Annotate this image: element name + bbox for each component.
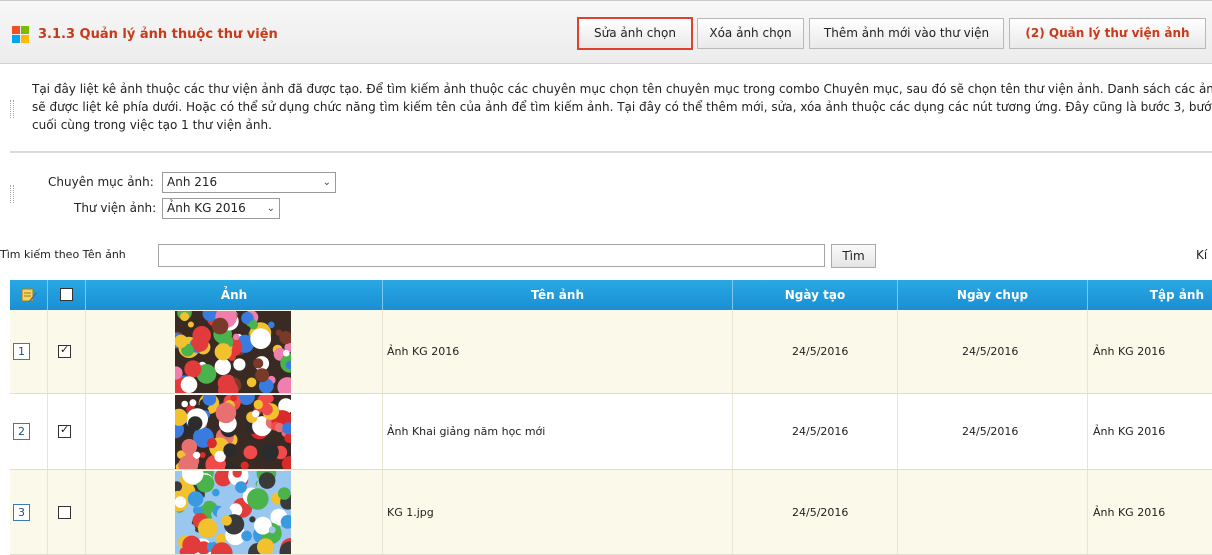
category-select-value: Anh 216 [167, 175, 218, 189]
taken-date: 24/5/2016 [962, 425, 1019, 438]
library-select[interactable]: Ảnh KG 2016 ⌄ [162, 198, 280, 219]
album-name: Ảnh KG 2016 [1093, 425, 1166, 438]
column-header-photo[interactable]: Ảnh [86, 280, 383, 310]
toolbar: 3.1.3 Quản lý ảnh thuộc thư viện Sửa ảnh… [0, 0, 1212, 64]
photo-thumbnail[interactable] [175, 311, 291, 393]
add-photo-button[interactable]: Thêm ảnh mới vào thư viện [809, 18, 1004, 49]
taken-date: 24/5/2016 [962, 345, 1019, 358]
album-name: Ảnh KG 2016 [1093, 345, 1166, 358]
search-label: Tìm kiếm theo Tên ảnh [0, 248, 126, 261]
row-checkbox[interactable] [58, 506, 71, 519]
column-header-created[interactable]: Ngày tạo [733, 280, 898, 310]
table-row[interactable]: 3 KG 1.jpg 24/5/2016 Ảnh KG 2016 [10, 470, 1212, 555]
edit-selected-button[interactable]: Sửa ảnh chọn [577, 17, 693, 50]
select-all-header [48, 280, 86, 310]
search-input[interactable] [158, 244, 825, 267]
column-header-name[interactable]: Tên ảnh [383, 280, 733, 310]
table-row[interactable]: 2 ✓ Ảnh Khai giảng năm học mới 24/5/2016 24/… [10, 394, 1212, 470]
row-checkbox[interactable]: ✓ [58, 423, 71, 438]
delete-selected-button[interactable]: Xóa ảnh chọn [697, 18, 804, 49]
table-cell [898, 470, 1088, 554]
description-text: Tại đây liệt kê ảnh thuộc các thư viện ả… [32, 82, 1212, 132]
library-label: Thư viện ảnh: [74, 201, 157, 215]
app-logo-icon [12, 26, 30, 44]
panel-grip [10, 185, 14, 203]
chevron-down-icon: ⌄ [266, 203, 275, 214]
library-select-value: Ảnh KG 2016 [167, 201, 246, 215]
table-cell [383, 470, 733, 554]
category-label: Chuyên mục ảnh: [48, 175, 154, 189]
page-title: 3.1.3 Quản lý ảnh thuộc thư viện [38, 27, 278, 42]
created-date: 24/5/2016 [792, 345, 849, 358]
photo-thumbnail[interactable] [175, 395, 291, 469]
row-edit-link[interactable]: 3 [13, 504, 30, 521]
photo-name: Ảnh KG 2016 [387, 345, 460, 358]
description-panel: Tại đây liệt kê ảnh thuộc các thư viện ả… [10, 64, 1212, 152]
row-checkbox[interactable]: ✓ [58, 343, 71, 358]
search-button[interactable]: Tìm [831, 244, 876, 268]
created-date: 24/5/2016 [792, 506, 849, 519]
photo-name: Ảnh Khai giảng năm học mới [387, 425, 546, 438]
table-row[interactable]: 1 ✓ Ảnh KG 2016 24/5/2016 24/5/2016 Ảnh KG 20… [10, 310, 1212, 394]
row-edit-link[interactable]: 2 [13, 423, 30, 440]
filter-panel: Chuyên mục ảnh: Anh 216 ⌄ Thư viện ảnh: … [10, 152, 1212, 232]
truncated-label: Kí [1196, 248, 1208, 262]
photo-name: KG 1.jpg [387, 506, 434, 519]
table-header: Ảnh Tên ảnh Ngày tạo Ngày chụp Tập ảnh [10, 280, 1212, 310]
select-all-checkbox[interactable] [60, 288, 73, 301]
photo-thumbnail[interactable] [175, 471, 291, 554]
checkmark-icon: ✓ [60, 343, 70, 356]
edit-column-header [10, 280, 48, 310]
chevron-down-icon: ⌄ [322, 177, 331, 188]
category-select[interactable]: Anh 216 ⌄ [162, 172, 336, 193]
row-edit-link[interactable]: 1 [13, 343, 30, 360]
created-date: 24/5/2016 [792, 425, 849, 438]
manage-library-button[interactable]: (2) Quản lý thư viện ảnh [1009, 18, 1206, 49]
panel-grip [10, 100, 14, 118]
column-header-taken[interactable]: Ngày chụp [898, 280, 1088, 310]
checkmark-icon: ✓ [60, 423, 70, 436]
column-header-album[interactable]: Tập ảnh [1088, 280, 1212, 310]
album-name: Ảnh KG 2016 [1093, 506, 1166, 519]
edit-icon [21, 288, 37, 302]
